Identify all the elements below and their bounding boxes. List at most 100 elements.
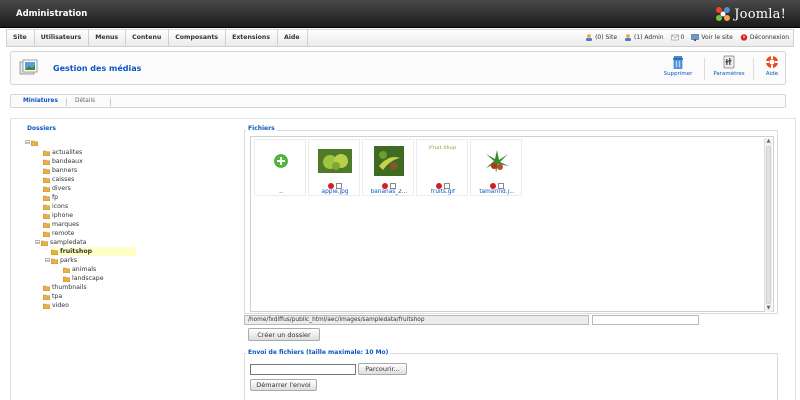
media-manager-icon: [19, 59, 38, 75]
folder-item[interactable]: banners: [43, 166, 77, 175]
page-title: Gestion des médias: [53, 64, 142, 73]
folder-item[interactable]: landscape: [63, 274, 104, 283]
folder-item[interactable]: divers: [43, 184, 71, 193]
folder-icon: [43, 213, 50, 219]
joomla-logo-text: Joomla!: [734, 6, 786, 22]
file-item[interactable]: Fruit Shop fruits.gif: [416, 139, 468, 196]
menu-menus[interactable]: Menus: [89, 30, 127, 46]
files-legend: Fichiers: [246, 125, 277, 132]
joomla-logo: Joomla!: [715, 5, 786, 23]
menu-site[interactable]: Site: [7, 30, 35, 46]
folder-icon: [43, 294, 50, 300]
main-menubar: Site Utilisateurs Menus Contenu Composan…: [6, 29, 794, 47]
folder-icon: [43, 303, 50, 309]
tab-thumbnails[interactable]: Miniatures: [23, 98, 58, 104]
file-item[interactable]: bananas_2...: [362, 139, 414, 196]
folder-icon: [43, 159, 50, 165]
new-folder-name-input[interactable]: [592, 315, 699, 325]
folder-item[interactable]: actualites: [43, 148, 82, 157]
start-upload-button[interactable]: Démarrer l'envoi: [250, 379, 317, 391]
users-icon: [586, 34, 593, 41]
apple-thumbnail: [317, 149, 352, 173]
menu-extensions[interactable]: Extensions: [226, 30, 279, 46]
folder-item[interactable]: tpa: [43, 292, 62, 301]
page-toolbar: Gestion des médias Supprimer Paramètres: [10, 51, 786, 85]
folder-icon: [43, 231, 50, 237]
folder-icon: [51, 258, 58, 264]
parameters-button[interactable]: Paramètres: [708, 55, 750, 83]
folder-item-fruitshop-selected[interactable]: fruitshop: [51, 247, 136, 256]
folder-icon: [63, 276, 70, 282]
folder-item[interactable]: marques: [43, 220, 79, 229]
scroll-thumb[interactable]: [766, 146, 771, 304]
browse-button[interactable]: Parcourir...: [358, 363, 407, 375]
folder-item[interactable]: video: [43, 301, 69, 310]
folder-icon: [63, 267, 70, 273]
menu-users[interactable]: Utilisateurs: [35, 30, 90, 46]
folder-icon: [43, 204, 50, 210]
file-item[interactable]: apple.jpg: [308, 139, 360, 196]
scroll-up-arrow[interactable]: ▲: [765, 138, 772, 145]
logout-icon: [740, 34, 748, 41]
scroll-down-arrow[interactable]: ▼: [765, 305, 772, 312]
file-name[interactable]: bananas_2...: [363, 189, 415, 195]
logout-link[interactable]: Déconnexion: [740, 34, 789, 41]
folder-icon: [43, 222, 50, 228]
folder-item-parks[interactable]: ⊟ parks: [45, 256, 77, 265]
menu-content[interactable]: Contenu: [126, 30, 170, 46]
view-site-link[interactable]: Voir le site: [691, 34, 733, 41]
files-grid: ▲ ▼ .. apple.jpg bananas_2... Fruit Shop…: [250, 136, 774, 312]
status-area: (0) Site (1) Admin 0 Voir le site Déconn…: [585, 34, 789, 41]
collapse-toggle[interactable]: ⊟: [35, 239, 40, 246]
upload-file-input[interactable]: [250, 364, 356, 375]
bananas-thumbnail: [373, 146, 404, 176]
help-button[interactable]: Aide: [751, 55, 793, 83]
folder-icon: [43, 195, 50, 201]
folder-icon: [43, 177, 50, 183]
settings-icon: [723, 55, 735, 69]
file-item[interactable]: tamarind.j...: [470, 139, 522, 196]
folders-legend: Dossiers: [25, 125, 58, 132]
folder-item[interactable]: remote: [43, 229, 74, 238]
folder-item[interactable]: fp: [43, 193, 58, 202]
view-tabs: Miniatures Détails: [10, 94, 786, 108]
folder-item[interactable]: bandeaux: [43, 157, 83, 166]
folder-item[interactable]: caisses: [43, 175, 74, 184]
admin-title: Administration: [16, 9, 88, 19]
file-name[interactable]: fruits.gif: [417, 189, 469, 195]
folder-item-sampledata[interactable]: ⊟ sampledata: [35, 238, 86, 247]
status-messages[interactable]: 0: [670, 34, 684, 41]
collapse-toggle[interactable]: ⊟: [45, 257, 50, 264]
file-name[interactable]: apple.jpg: [309, 189, 361, 195]
tab-divider: [66, 98, 67, 106]
files-scrollbar[interactable]: ▲ ▼: [764, 138, 772, 312]
file-name[interactable]: tamarind.j...: [471, 189, 523, 195]
folder-root[interactable]: ⊟: [25, 138, 40, 147]
create-folder-button[interactable]: Créer un dossier: [248, 328, 320, 341]
menu-help[interactable]: Aide: [278, 30, 308, 46]
main-menu: Site Utilisateurs Menus Contenu Composan…: [7, 30, 308, 46]
folder-icon: [51, 249, 58, 255]
fruit-shop-logo-text: Fruit Shop: [428, 145, 457, 151]
folder-item[interactable]: iphone: [43, 211, 73, 220]
folder-up-item[interactable]: ..: [254, 139, 306, 196]
folder-icon: [31, 140, 38, 146]
folder-icon: [43, 186, 50, 192]
folder-icon: [41, 240, 48, 246]
tab-divider: [110, 98, 111, 106]
upload-legend: Envoi de fichiers (taille maximale: 10 M…: [246, 349, 391, 356]
folder-item[interactable]: thumbnails: [43, 283, 87, 292]
current-path-field[interactable]: /home/fxdiffus/public_html/aec/images/sa…: [244, 315, 589, 325]
delete-button[interactable]: Supprimer: [657, 55, 699, 83]
admin-users-icon: [625, 34, 632, 41]
joomla-logo-icon: [716, 7, 731, 21]
collapse-toggle[interactable]: ⊟: [25, 139, 30, 146]
tab-details[interactable]: Détails: [75, 98, 95, 104]
status-admin-users: (1) Admin: [624, 34, 664, 41]
tamarind-thumbnail: [481, 146, 512, 176]
folder-item[interactable]: animals: [63, 265, 96, 274]
toolbar-divider: [704, 58, 705, 80]
menu-components[interactable]: Composants: [169, 30, 227, 46]
lifebuoy-icon: [766, 56, 778, 68]
folder-item[interactable]: icons: [43, 202, 68, 211]
